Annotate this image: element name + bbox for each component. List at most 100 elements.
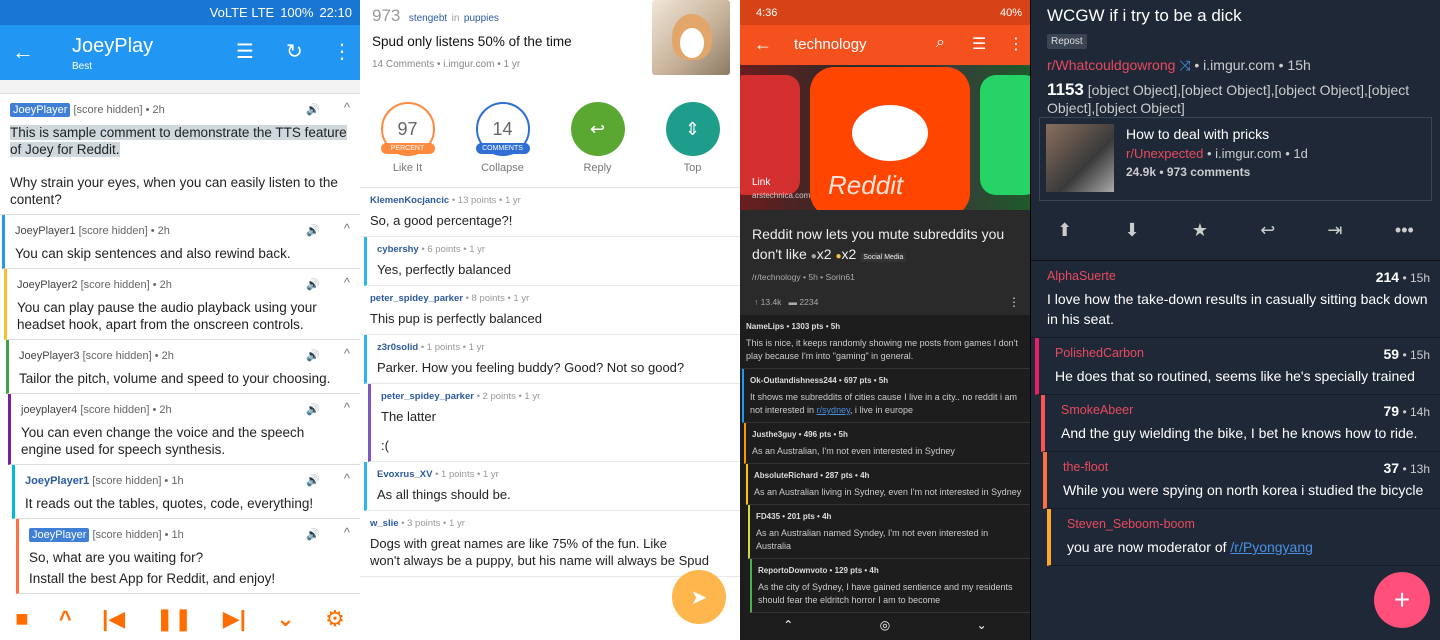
comment[interactable]: Ok-Outlandishness244 • 697 pts • 5h It sh… <box>742 369 1030 423</box>
post-menu-icon[interactable]: ⋮ <box>1008 295 1020 309</box>
collapse-chevron-icon[interactable]: ^ <box>344 99 350 116</box>
comment[interactable]: NameLips • 1303 pts • 5h This is nice, it… <box>740 315 1030 369</box>
reply-icon[interactable]: ↩ <box>1260 220 1275 241</box>
back-arrow-icon[interactable]: ← <box>754 34 772 55</box>
comment[interactable]: cybershy • 6 points • 1 yr Yes, perfectly… <box>364 237 740 286</box>
speaker-icon[interactable]: 🔊 <box>306 402 320 419</box>
post-header[interactable]: 973 stengebt in puppies Spud only listen… <box>360 0 740 90</box>
collapse-chevron-icon[interactable]: ^ <box>344 274 350 291</box>
speaker-icon[interactable]: 🔊 <box>306 277 320 294</box>
comment-author[interactable]: AlphaSuerte <box>1047 269 1428 283</box>
chevron-down-icon[interactable]: ⌄ <box>276 606 294 632</box>
comment-author[interactable]: Steven_Seboom-boom <box>1067 517 1428 531</box>
comment-author[interactable]: z3r0solid <box>377 342 418 353</box>
collapse-action[interactable]: 14 COMMENTS Collapse <box>468 102 538 187</box>
back-arrow-icon[interactable]: ← <box>12 39 34 65</box>
collapse-chevron-icon[interactable]: ^ <box>344 345 350 362</box>
collapse-chevron-icon[interactable]: ^ <box>344 524 350 541</box>
post-title[interactable]: WCGW if i try to be a dick <box>1047 6 1424 26</box>
collapse-chevron-icon[interactable]: ^ <box>344 220 350 237</box>
comment-author[interactable]: the-floot <box>1063 460 1428 474</box>
post-image[interactable]: Reddit Link arstechnica.com <box>740 65 1030 210</box>
comment-author[interactable]: JoeyPlayer2 <box>17 279 78 291</box>
comment[interactable]: Steven_Seboom-boom you are now moderator … <box>1047 509 1440 566</box>
comment[interactable]: z3r0solid • 1 points • 1 yr Parker. How y… <box>364 335 740 384</box>
crosspost-card[interactable]: How to deal with pricks r/Unexpected • i… <box>1039 117 1432 201</box>
nav-down-icon[interactable]: ⌄ <box>977 618 987 640</box>
post-author[interactable]: stengebt <box>409 13 447 24</box>
nav-up-icon[interactable]: ⌃ <box>783 618 793 640</box>
refresh-icon[interactable]: ↻ <box>286 39 303 64</box>
comment-author[interactable]: peter_spidey_parker <box>370 293 463 304</box>
collapse-chevron-icon[interactable]: ^ <box>344 470 350 487</box>
add-fab-icon[interactable]: + <box>1374 572 1430 628</box>
comment[interactable]: ReportoDownvoto • 129 pts • 4h As the cit… <box>750 559 1030 613</box>
comment-author[interactable]: JoeyPlayer <box>10 103 71 117</box>
collapse-chevron-icon[interactable]: ^ <box>344 399 350 416</box>
speaker-icon[interactable]: 🔊 <box>306 223 320 240</box>
more-icon[interactable]: ••• <box>1395 220 1414 241</box>
comment-author[interactable]: cybershy <box>377 244 419 255</box>
skip-next-icon[interactable]: ▶| <box>223 606 246 632</box>
sort-icon[interactable]: ☰ <box>972 34 986 54</box>
comment-author[interactable]: Evoxrus_XV <box>377 469 432 480</box>
comment-author[interactable]: JoeyPlayer1 <box>25 475 89 487</box>
comment[interactable]: SmokeAbeer 79 • 14h And the guy wielding t… <box>1041 395 1440 452</box>
comment[interactable]: peter_spidey_parker • 8 points • 1 yr Thi… <box>360 286 740 335</box>
speaker-icon[interactable]: 🔊 <box>306 348 320 365</box>
sort-icon[interactable]: ☰ <box>236 39 254 64</box>
stop-icon[interactable]: ■ <box>15 606 28 632</box>
comment-author[interactable]: w_slie <box>370 518 399 529</box>
skip-previous-icon[interactable]: |◀ <box>102 606 125 632</box>
reply-action[interactable]: ↩ Reply <box>563 102 633 187</box>
comment-author[interactable]: PolishedCarbon <box>1055 346 1428 360</box>
comment[interactable]: JoeyPlayer1 [score hidden] • 2h 🔊 ^ You can… <box>2 215 360 269</box>
comment[interactable]: JoeyPlayer [score hidden] • 2h 🔊 ^ This is … <box>0 94 360 215</box>
comment[interactable]: JoeyPlayer1 [score hidden] • 1h 🔊 ^ It read… <box>12 465 360 519</box>
downvote-icon[interactable]: ⬇ <box>1124 220 1139 241</box>
speaker-icon[interactable]: 🔊 <box>306 473 320 490</box>
comment[interactable]: JoeyPlayer2 [score hidden] • 2h 🔊 ^ You can… <box>4 269 360 340</box>
overflow-menu-icon[interactable]: ⋮ <box>332 39 352 64</box>
upvote-icon[interactable]: ⬆ <box>1057 220 1072 241</box>
comment-author[interactable]: JoeyPlayer3 <box>19 350 80 362</box>
settings-gear-icon[interactable]: ⚙ <box>325 606 345 632</box>
post-subreddit[interactable]: puppies <box>464 13 499 24</box>
navigate-fab-icon[interactable]: ➤ <box>672 570 726 624</box>
comment[interactable]: Evoxrus_XV • 1 points • 1 yr As all thing… <box>364 462 740 511</box>
chevron-up-icon[interactable]: ^ <box>59 606 72 632</box>
crosspost-subreddit[interactable]: r/Unexpected <box>1126 146 1203 161</box>
speaker-icon[interactable]: 🔊 <box>306 102 320 119</box>
pause-icon[interactable]: ❚❚ <box>156 606 193 632</box>
comment[interactable]: JoeyPlayer3 [score hidden] • 2h 🔊 ^ Tailor … <box>6 340 360 394</box>
post-card[interactable]: Reddit now lets you mute subreddits you … <box>740 210 1030 315</box>
comment[interactable]: joeyplayer4 [score hidden] • 2h 🔊 ^ You can… <box>8 394 360 465</box>
comment[interactable]: KlemenKocjancic • 13 points • 1 yr So, a … <box>360 188 740 237</box>
comment[interactable]: the-floot 37 • 13h While you were spying o… <box>1043 452 1440 509</box>
subreddit-link[interactable]: /r/Pyongyang <box>1230 539 1313 555</box>
like-action[interactable]: 97 PERCENT Like It <box>373 102 443 187</box>
comment[interactable]: AlphaSuerte 214 • 15h I love how the take-… <box>1031 261 1440 338</box>
comment[interactable]: PolishedCarbon 59 • 15h He does that so ro… <box>1035 338 1440 395</box>
post-thumbnail[interactable] <box>652 0 730 75</box>
comment-icon[interactable]: ▬ <box>789 297 798 307</box>
speaker-icon[interactable]: 🔊 <box>306 527 320 544</box>
top-action[interactable]: ⇕ Top <box>658 102 728 187</box>
comment[interactable]: JoeyPlayer [score hidden] • 1h 🔊 ^ So, what… <box>16 519 360 594</box>
comment[interactable]: peter_spidey_parker • 2 points • 1 yr The… <box>368 384 740 462</box>
comment-author[interactable]: joeyplayer4 <box>21 404 77 416</box>
overflow-menu-icon[interactable]: ⋮ <box>1008 34 1024 54</box>
comment[interactable]: AbsoluteRichard • 287 pts • 4h As an Aust… <box>746 464 1030 505</box>
nav-compass-icon[interactable]: ◎ <box>880 618 890 640</box>
post-subreddit[interactable]: r/Whatcouldgowrong <box>1047 57 1175 73</box>
star-icon[interactable]: ★ <box>1192 220 1208 241</box>
comment-author[interactable]: JoeyPlayer1 <box>15 225 76 237</box>
comment-author[interactable]: SmokeAbeer <box>1061 403 1428 417</box>
search-icon[interactable]: ⌕ <box>936 34 945 52</box>
comment-author[interactable]: JoeyPlayer <box>29 528 90 542</box>
comment[interactable]: FD435 • 201 pts • 4h As an Australian nam… <box>748 505 1030 559</box>
upvote-icon[interactable]: ↑ <box>754 297 758 307</box>
open-icon[interactable]: ⇥ <box>1328 220 1343 241</box>
comment[interactable]: Justhe3guy • 496 pts • 5h As an Australia… <box>744 423 1030 464</box>
comment[interactable]: w_slie • 3 points • 1 yr Dogs with great … <box>360 511 740 577</box>
